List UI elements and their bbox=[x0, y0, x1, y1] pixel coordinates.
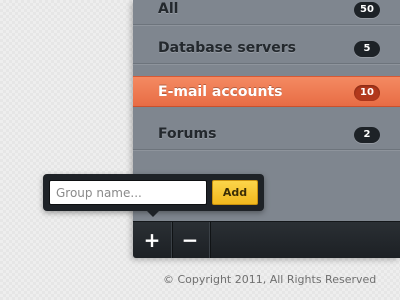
group-name-input[interactable] bbox=[49, 180, 207, 205]
list-item-label: All bbox=[158, 1, 179, 17]
remove-group-button[interactable]: − bbox=[171, 222, 210, 258]
minus-icon: − bbox=[181, 228, 199, 252]
count-badge: 5 bbox=[354, 41, 380, 57]
list-item-database-servers[interactable]: Database servers 5 bbox=[133, 33, 400, 64]
count-badge: 50 bbox=[354, 2, 380, 18]
new-group-popup: Add bbox=[43, 174, 264, 217]
list-item-label: Forums bbox=[158, 126, 217, 142]
copyright-text: © Copyright 2011, All Rights Reserved bbox=[163, 273, 377, 286]
list-item-label: Database servers bbox=[158, 40, 296, 56]
plus-icon: + bbox=[143, 228, 161, 252]
groups-panel: All 50 Database servers 5 E-mail account… bbox=[133, 0, 400, 258]
list-item-forums[interactable]: Forums 2 bbox=[133, 119, 400, 150]
count-badge: 10 bbox=[354, 85, 380, 101]
count-badge: 2 bbox=[354, 127, 380, 143]
popup-pointer bbox=[147, 211, 159, 217]
add-button[interactable]: Add bbox=[212, 180, 258, 205]
bottom-toolbar: + − bbox=[133, 221, 400, 258]
add-group-button[interactable]: + bbox=[133, 222, 172, 258]
list-item-label: E-mail accounts bbox=[158, 84, 283, 100]
list-item-email-accounts[interactable]: E-mail accounts 10 bbox=[133, 76, 400, 107]
list-item-all[interactable]: All 50 bbox=[133, 0, 400, 25]
